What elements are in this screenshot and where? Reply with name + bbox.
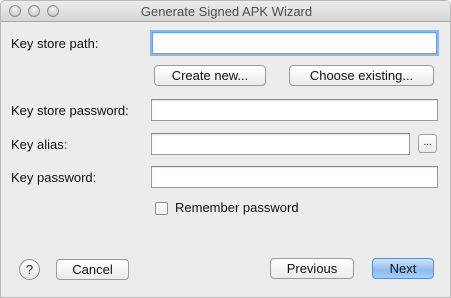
remember-password-checkbox[interactable] [155, 202, 168, 215]
choose-existing-button[interactable]: Choose existing... [289, 65, 434, 86]
key-password-label: Key password: [11, 170, 97, 185]
key-alias-label: Key alias: [11, 137, 68, 152]
remember-password-label: Remember password [175, 200, 299, 215]
cancel-button[interactable]: Cancel [56, 259, 129, 280]
dialog-window: Generate Signed APK Wizard Key store pat… [0, 0, 451, 298]
key-alias-browse-button[interactable]: ... [418, 134, 437, 153]
key-store-password-input[interactable] [151, 99, 438, 121]
title-bar: Generate Signed APK Wizard [1, 1, 450, 22]
key-store-password-label: Key store password: [11, 103, 129, 118]
next-button[interactable]: Next [372, 258, 434, 279]
key-store-path-input[interactable] [152, 32, 437, 54]
previous-button[interactable]: Previous [270, 258, 354, 279]
key-alias-input[interactable] [151, 133, 410, 155]
create-new-button[interactable]: Create new... [154, 65, 266, 86]
window-title: Generate Signed APK Wizard [140, 4, 313, 19]
key-password-input[interactable] [151, 166, 438, 188]
key-store-path-label: Key store path: [11, 36, 99, 51]
help-button[interactable]: ? [19, 259, 40, 280]
